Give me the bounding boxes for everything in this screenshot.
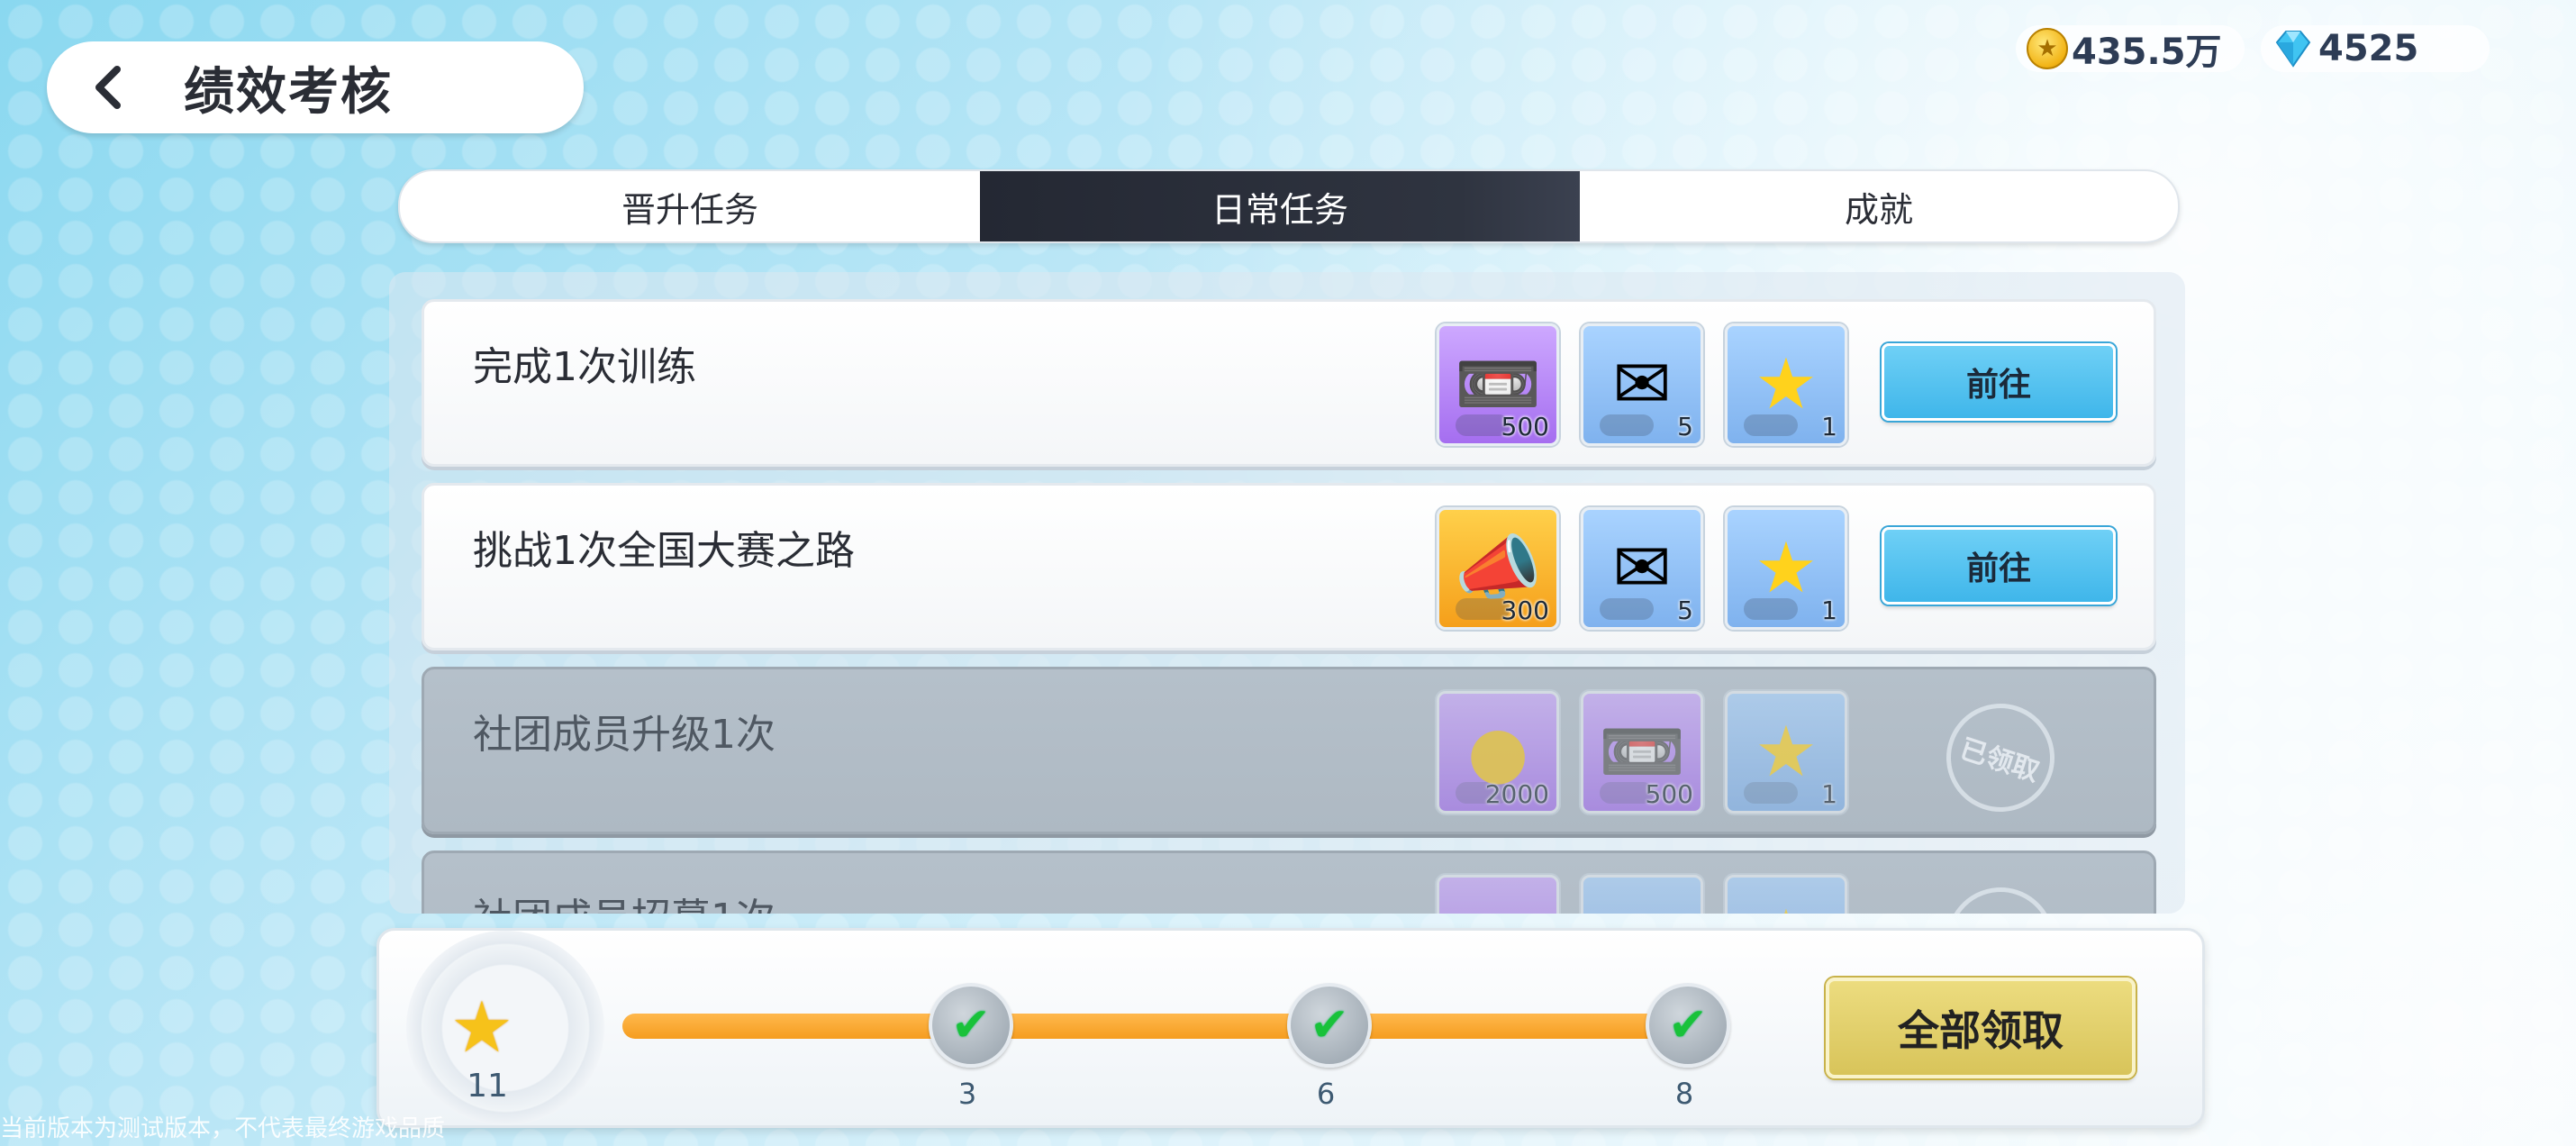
coin-balance[interactable]: ★ 435.5万 — [2016, 25, 2245, 73]
reward-item[interactable]: ★ 1 — [1725, 507, 1847, 630]
coin-icon: ★ — [2027, 28, 2068, 69]
reward-count: 1 — [1821, 779, 1837, 809]
milestone-label: 6 — [1316, 1077, 1336, 1111]
task-list[interactable]: 完成1次训练 📼 500 ✉ 5 ★ 1 前往 挑战1次全国大赛之路 📣 300… — [389, 272, 2185, 914]
reward-item[interactable]: 📼 500 — [1437, 323, 1559, 446]
gem-balance-value: 4525 — [2318, 28, 2419, 69]
claimed-stamp — [1932, 873, 2069, 914]
reward-item[interactable]: 📼 500 — [1581, 691, 1703, 814]
reward-count: 1 — [1821, 596, 1837, 625]
reward-count: 5 — [1677, 412, 1693, 441]
coin-balance-value: 435.5万 — [2072, 32, 2222, 73]
go-button[interactable]: 前往 — [1882, 527, 2116, 605]
task-row: 挑战1次全国大赛之路 📣 300 ✉ 5 ★ 1 前往 — [422, 483, 2156, 650]
activity-score: 11 — [467, 1068, 508, 1105]
reward-item[interactable]: ★ 1 — [1725, 691, 1847, 814]
back-arrow-icon[interactable] — [83, 60, 137, 114]
task-title: 挑战1次全国大赛之路 — [473, 528, 855, 574]
reward-item[interactable]: ★ — [1725, 875, 1847, 914]
reward-count: 5 — [1677, 596, 1693, 625]
task-row-claimed: 社团成员招募1次 ● ✉ ★ — [422, 850, 2156, 914]
envelope-icon: ✉ — [1583, 878, 1701, 914]
task-title: 社团成员升级1次 — [473, 712, 776, 758]
tab-daily[interactable]: 日常任务 — [980, 171, 1580, 241]
reward-item[interactable]: ● — [1437, 875, 1559, 914]
task-row: 完成1次训练 📼 500 ✉ 5 ★ 1 前往 — [422, 299, 2156, 467]
gem-balance[interactable]: 4525 — [2261, 25, 2490, 72]
milestone-chest[interactable]: ✔ — [929, 983, 1013, 1068]
activity-progress: ★ 11 ✔ 3 ✔ 6 ✔ 8 全部领取 — [376, 928, 2205, 1128]
claim-all-button[interactable]: 全部领取 — [1826, 978, 2136, 1078]
star-icon: ★ — [450, 987, 513, 1069]
reward-count: 300 — [1501, 596, 1549, 625]
header-bar: 绩效考核 — [47, 41, 584, 133]
version-disclaimer: 当前版本为测试版本，不代表最终游戏品质 — [0, 1115, 446, 1142]
tab-promotion[interactable]: 晋升任务 — [400, 171, 980, 241]
coin-icon: ● — [1439, 878, 1556, 914]
reward-item[interactable]: ● 2000 — [1437, 691, 1559, 814]
tab-label: 成就 — [1844, 189, 1913, 230]
claimed-stamp: 已领取 — [1932, 689, 2069, 826]
task-title: 完成1次训练 — [473, 344, 696, 390]
check-icon: ✔ — [1310, 998, 1349, 1052]
reward-item[interactable]: ✉ 5 — [1581, 323, 1703, 446]
go-button[interactable]: 前往 — [1882, 343, 2116, 421]
star-icon: ★ — [1728, 878, 1845, 914]
milestone-label: 8 — [1674, 1077, 1694, 1111]
tab-achievements[interactable]: 成就 — [1580, 171, 2178, 241]
milestone-label: 3 — [957, 1077, 977, 1111]
task-tabs: 晋升任务 日常任务 成就 — [398, 169, 2180, 243]
reward-item[interactable]: ★ 1 — [1725, 323, 1847, 446]
milestone-chest[interactable]: ✔ — [1646, 983, 1730, 1068]
progress-bar — [622, 1014, 1685, 1039]
reward-item[interactable]: ✉ 5 — [1581, 507, 1703, 630]
reward-count: 500 — [1501, 412, 1549, 441]
check-icon: ✔ — [951, 998, 991, 1052]
reward-count: 2000 — [1484, 779, 1549, 809]
progress-bar-fill — [622, 1014, 1685, 1039]
tab-label: 晋升任务 — [621, 189, 758, 230]
reward-count: 500 — [1645, 779, 1693, 809]
task-row-claimed: 社团成员升级1次 ● 2000 📼 500 ★ 1 已领取 — [422, 667, 2156, 834]
reward-item[interactable]: 📣 300 — [1437, 507, 1559, 630]
milestone-chest[interactable]: ✔ — [1287, 983, 1372, 1068]
reward-item[interactable]: ✉ — [1581, 875, 1703, 914]
check-icon: ✔ — [1668, 998, 1708, 1052]
reward-count: 1 — [1821, 412, 1837, 441]
task-title: 社团成员招募1次 — [473, 886, 776, 914]
diamond-icon — [2275, 31, 2311, 68]
page-title: 绩效考核 — [184, 62, 393, 122]
tab-label: 日常任务 — [1211, 189, 1348, 230]
